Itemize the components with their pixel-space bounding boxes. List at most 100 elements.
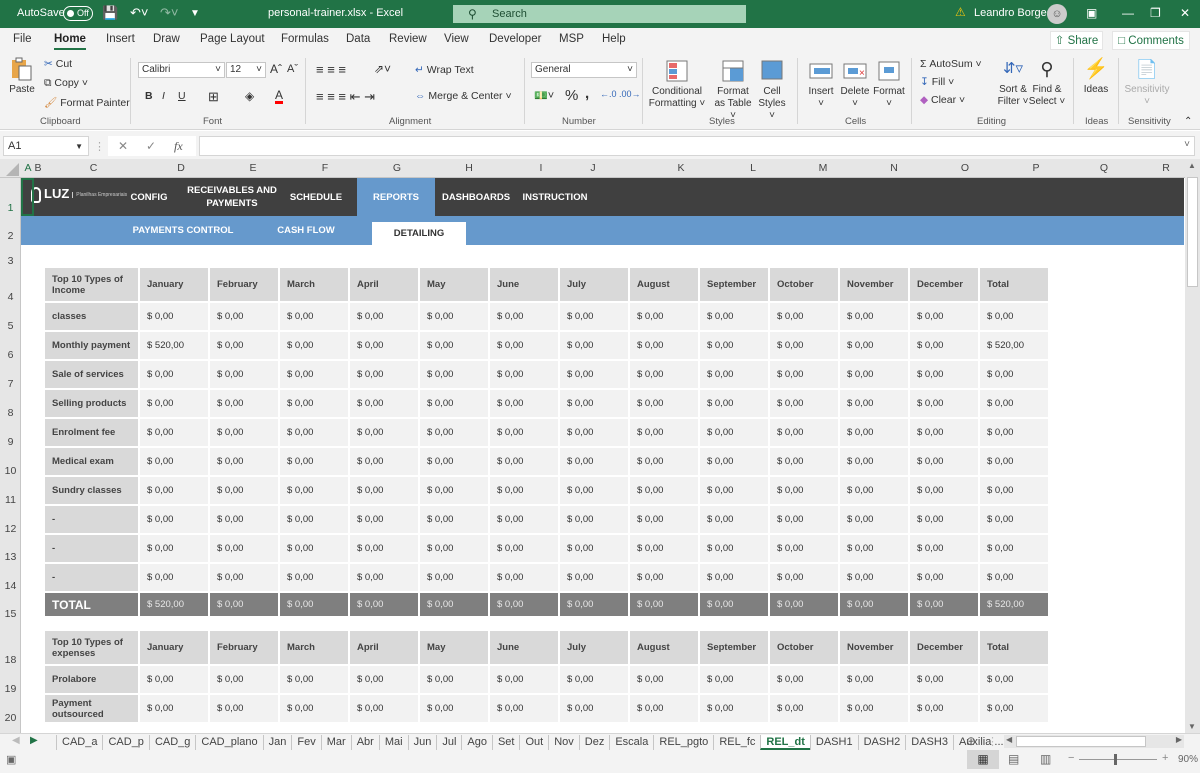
cell-styles-button[interactable]: Cell Styles ˅ (756, 58, 788, 122)
row-label-cell[interactable]: Sundry classes (45, 477, 138, 504)
tab-home[interactable]: Home (54, 33, 86, 50)
value-cell[interactable]: $ 0,00 (910, 535, 978, 562)
value-cell[interactable]: $ 0,00 (210, 332, 278, 359)
month-header-cell[interactable]: October (770, 268, 838, 301)
value-cell[interactable]: $ 0,00 (210, 666, 278, 693)
value-cell[interactable]: $ 0,00 (700, 535, 768, 562)
row-header[interactable]: 3 (0, 255, 21, 267)
value-cell[interactable]: $ 0,00 (980, 695, 1048, 722)
redo-icon[interactable]: ↷˅ (160, 5, 178, 21)
sheet-tab[interactable]: CAD_plano (195, 735, 262, 750)
user-name[interactable]: Leandro Borges (974, 7, 1052, 19)
value-cell[interactable]: $ 0,00 (420, 448, 488, 475)
row-header[interactable]: 1 (0, 202, 21, 214)
share-button[interactable]: ⇧ Share (1050, 31, 1103, 50)
value-cell[interactable]: $ 0,00 (630, 448, 698, 475)
month-header-cell[interactable]: October (770, 631, 838, 664)
value-cell[interactable]: $ 0,00 (420, 535, 488, 562)
zoom-slider-thumb[interactable] (1114, 754, 1118, 765)
value-cell[interactable]: $ 0,00 (700, 477, 768, 504)
font-size-select[interactable]: 12 ˅ (226, 62, 266, 78)
value-cell[interactable]: $ 0,00 (210, 535, 278, 562)
expand-formula-icon[interactable]: ˅ (1184, 139, 1190, 150)
row-label-cell[interactable]: - (45, 564, 138, 591)
formula-input[interactable]: ˅ (199, 136, 1195, 156)
collapse-ribbon-icon[interactable]: ⌃ (1184, 116, 1192, 127)
column-header[interactable]: L (717, 162, 789, 174)
column-header[interactable]: P (1000, 162, 1072, 174)
horizontal-scrollbar[interactable]: ◀ ▶ (1004, 735, 1184, 748)
subnav-payments-control[interactable]: PAYMENTS CONTROL (129, 216, 237, 245)
value-cell[interactable]: $ 0,00 (140, 535, 208, 562)
value-cell[interactable]: $ 0,00 (140, 477, 208, 504)
value-cell[interactable]: $ 0,00 (700, 448, 768, 475)
sheet-tab[interactable]: DASH2 (857, 735, 906, 750)
column-header[interactable]: N (858, 162, 930, 174)
value-cell[interactable]: $ 0,00 (490, 535, 558, 562)
month-header-cell[interactable]: September (700, 631, 768, 664)
month-header-cell[interactable]: June (490, 631, 558, 664)
month-header-cell[interactable]: December (910, 268, 978, 301)
value-cell[interactable]: $ 0,00 (770, 695, 838, 722)
nav-schedule[interactable]: SCHEDULE (283, 178, 349, 216)
copy-button[interactable]: ⧉ Copy ˅ (44, 77, 88, 90)
value-cell[interactable]: $ 0,00 (840, 695, 908, 722)
value-cell[interactable]: $ 0,00 (770, 564, 838, 591)
comma-button[interactable]: , (585, 85, 589, 102)
scroll-thumb[interactable] (1187, 177, 1198, 287)
value-cell[interactable]: $ 0,00 (910, 303, 978, 330)
row-header[interactable]: 15 (0, 608, 21, 620)
value-cell[interactable]: $ 0,00 (630, 361, 698, 388)
value-cell[interactable]: $ 0,00 (630, 332, 698, 359)
value-cell[interactable]: $ 0,00 (560, 564, 628, 591)
month-header-cell[interactable]: February (210, 631, 278, 664)
value-cell[interactable]: $ 0,00 (350, 477, 418, 504)
sheet-tab[interactable]: Abr (350, 735, 379, 750)
format-cells-button[interactable]: Format ˅ (873, 58, 905, 110)
value-cell[interactable]: $ 0,00 (280, 477, 348, 504)
value-cell[interactable]: $ 0,00 (770, 477, 838, 504)
sheet-tab[interactable]: DASH3 (905, 735, 953, 750)
row-header[interactable]: 13 (0, 551, 21, 563)
column-header[interactable]: J (557, 162, 629, 174)
sheet-tab[interactable]: REL_dt (760, 735, 810, 750)
value-cell[interactable]: $ 0,00 (840, 361, 908, 388)
column-header[interactable]: K (645, 162, 717, 174)
value-cell[interactable]: $ 0,00 (350, 506, 418, 533)
font-color-icon[interactable]: A (275, 89, 284, 104)
value-cell[interactable]: $ 0,00 (140, 303, 208, 330)
total-value-cell[interactable]: $ 0,00 (700, 593, 768, 616)
row-header[interactable]: 19 (0, 683, 21, 695)
value-cell[interactable]: $ 0,00 (560, 361, 628, 388)
column-header[interactable]: F (289, 162, 361, 174)
format-as-table-button[interactable]: Format as Table ˅ (711, 58, 755, 122)
month-header-cell[interactable]: November (840, 268, 908, 301)
number-format-select[interactable]: General ˅ (531, 62, 637, 78)
month-header-cell[interactable]: December (910, 631, 978, 664)
month-header-cell[interactable]: November (840, 631, 908, 664)
value-cell[interactable]: $ 0,00 (980, 535, 1048, 562)
row-label-cell[interactable]: Enrolment fee (45, 419, 138, 446)
month-header-cell[interactable]: August (630, 631, 698, 664)
value-cell[interactable]: $ 0,00 (700, 506, 768, 533)
total-value-cell[interactable]: $ 0,00 (420, 593, 488, 616)
month-header-cell[interactable]: September (700, 268, 768, 301)
tab-insert[interactable]: Insert (106, 33, 135, 45)
increase-font-size-button[interactable]: Aˆ (270, 62, 282, 76)
value-cell[interactable]: $ 0,00 (350, 666, 418, 693)
decrease-font-size-button[interactable]: Aˇ (287, 63, 298, 75)
value-cell[interactable]: $ 0,00 (280, 564, 348, 591)
value-cell[interactable]: $ 0,00 (350, 361, 418, 388)
tab-page-layout[interactable]: Page Layout (200, 33, 265, 45)
tab-file[interactable]: File (13, 33, 32, 45)
value-cell[interactable]: $ 0,00 (280, 506, 348, 533)
value-cell[interactable]: $ 0,00 (140, 506, 208, 533)
sheet-tab[interactable]: Escala (609, 735, 653, 750)
tab-view[interactable]: View (444, 33, 469, 45)
value-cell[interactable]: $ 0,00 (140, 419, 208, 446)
fill-button[interactable]: ↧ Fill ˅ (920, 76, 954, 88)
value-cell[interactable]: $ 0,00 (420, 361, 488, 388)
column-header[interactable]: H (433, 162, 505, 174)
scroll-left-icon[interactable]: ◀ (1006, 735, 1012, 744)
decimal-buttons[interactable]: ←.0 .00→ (600, 89, 641, 99)
